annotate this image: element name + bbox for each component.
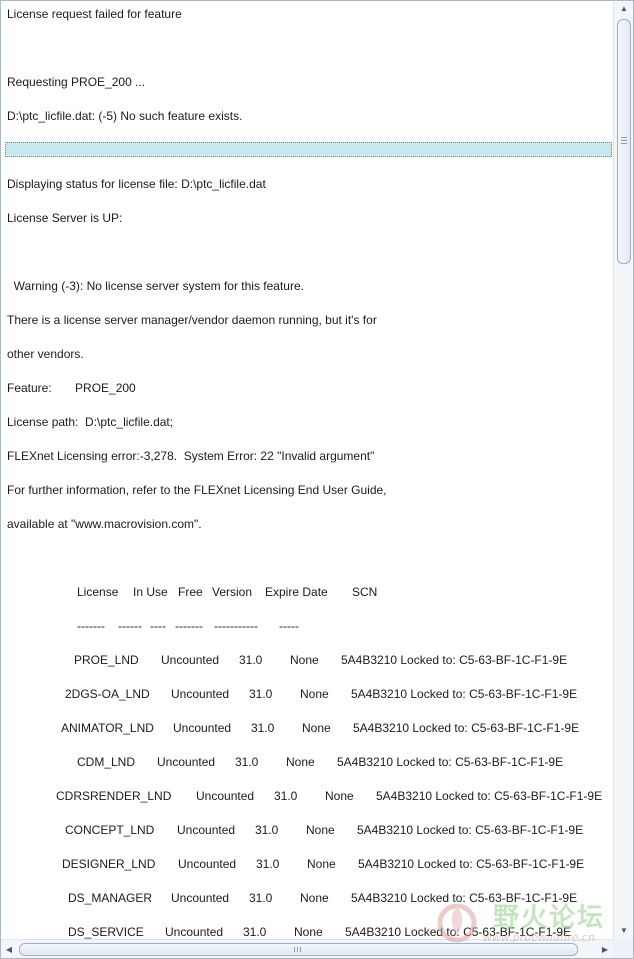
cell-license: DS_MANAGER: [68, 891, 153, 905]
cell-expire: None: [307, 857, 336, 871]
cell-scn: 5A4B3210 Locked to: C5-63-BF-1C-F1-9E: [376, 789, 603, 803]
column-header-in-use: In Use: [133, 585, 168, 599]
column-header-expire-date: Expire Date: [265, 585, 328, 599]
cell-license: CDRSRENDER_LND: [56, 789, 172, 803]
log-line: There is a license server manager/vendor…: [7, 313, 377, 327]
cell-in-use: Uncounted: [178, 857, 237, 871]
scroll-down-arrow-icon[interactable]: ▼: [614, 923, 633, 939]
log-text-area[interactable]: License request failed for feature Reque…: [1, 1, 612, 939]
scroll-up-arrow-icon[interactable]: ▲: [614, 1, 633, 17]
license-log-window: License request failed for feature Reque…: [0, 0, 634, 959]
column-separator: -----------: [214, 619, 258, 633]
scroll-right-arrow-icon[interactable]: ▶: [597, 940, 613, 958]
scrollbar-corner: [613, 939, 633, 958]
cell-in-use: Uncounted: [173, 721, 232, 735]
grip-line: [621, 137, 627, 138]
column-header-version: Version: [212, 585, 253, 599]
vertical-scrollbar[interactable]: ▲ ▼: [613, 1, 633, 939]
grip-line: [621, 140, 627, 141]
cell-license: DS_SERVICE: [68, 925, 144, 939]
cell-license: CONCEPT_LND: [65, 823, 155, 837]
cell-version: 31.0: [239, 653, 263, 667]
cell-scn: 5A4B3210 Locked to: C5-63-BF-1C-F1-9E: [358, 857, 585, 871]
log-line: License request failed for feature: [7, 7, 182, 21]
grip-line: [621, 143, 627, 144]
log-line: Feature: PROE_200: [7, 381, 136, 395]
cell-version: 31.0: [256, 857, 280, 871]
cell-expire: None: [294, 925, 323, 939]
cell-license: DESIGNER_LND: [62, 857, 156, 871]
column-separator: -------: [77, 619, 105, 633]
cell-expire: None: [306, 823, 335, 837]
cell-expire: None: [325, 789, 354, 803]
column-header-license: License: [77, 585, 119, 599]
horizontal-scroll-thumb[interactable]: [19, 943, 578, 956]
cell-expire: None: [286, 755, 315, 769]
cell-scn: 5A4B3210 Locked to: C5-63-BF-1C-F1-9E: [345, 925, 572, 939]
cell-in-use: Uncounted: [196, 789, 255, 803]
column-separator: -------: [175, 619, 203, 633]
cell-in-use: Uncounted: [157, 755, 216, 769]
cell-expire: None: [290, 653, 319, 667]
column-separator: ------: [118, 619, 142, 633]
log-line: FLEXnet Licensing error:-3,278. System E…: [7, 449, 375, 463]
cell-license: ANIMATOR_LND: [61, 721, 154, 735]
column-separator: -----: [279, 619, 299, 633]
vertical-scroll-thumb[interactable]: [617, 19, 631, 264]
scroll-left-arrow-icon[interactable]: ◀: [1, 940, 17, 958]
cell-scn: 5A4B3210 Locked to: C5-63-BF-1C-F1-9E: [341, 653, 568, 667]
horizontal-scrollbar[interactable]: ◀ ▶: [1, 939, 613, 958]
column-header-free: Free: [178, 585, 203, 599]
grip-line: [297, 947, 298, 952]
log-line: D:\ptc_licfile.dat: (-5) No such feature…: [7, 109, 243, 123]
cell-version: 31.0: [249, 891, 273, 905]
cell-version: 31.0: [235, 755, 259, 769]
cell-license: PROE_LND: [74, 653, 139, 667]
cell-scn: 5A4B3210 Locked to: C5-63-BF-1C-F1-9E: [351, 687, 578, 701]
log-line: Displaying status for license file: D:\p…: [7, 177, 266, 191]
cell-scn: 5A4B3210 Locked to: C5-63-BF-1C-F1-9E: [337, 755, 564, 769]
grip-line: [300, 947, 301, 952]
cell-expire: None: [300, 687, 329, 701]
cell-in-use: Uncounted: [171, 891, 230, 905]
column-separator: ----: [150, 619, 166, 633]
column-header-scn: SCN: [352, 585, 378, 599]
cell-in-use: Uncounted: [177, 823, 236, 837]
log-line: License Server is UP:: [7, 211, 123, 225]
cell-in-use: Uncounted: [165, 925, 224, 939]
log-line: For further information, refer to the FL…: [7, 483, 387, 497]
cell-version: 31.0: [249, 687, 273, 701]
cell-in-use: Uncounted: [171, 687, 230, 701]
selected-empty-line[interactable]: [5, 142, 612, 157]
cell-version: 31.0: [274, 789, 298, 803]
cell-expire: None: [302, 721, 331, 735]
log-line: Requesting PROE_200 ...: [7, 75, 146, 89]
cell-scn: 5A4B3210 Locked to: C5-63-BF-1C-F1-9E: [353, 721, 580, 735]
cell-expire: None: [300, 891, 329, 905]
cell-scn: 5A4B3210 Locked to: C5-63-BF-1C-F1-9E: [351, 891, 578, 905]
cell-scn: 5A4B3210 Locked to: C5-63-BF-1C-F1-9E: [357, 823, 584, 837]
log-line: Warning (-3): No license server system f…: [7, 279, 304, 293]
cell-version: 31.0: [243, 925, 267, 939]
log-line: available at "www.macrovision.com".: [7, 517, 202, 531]
grip-line: [294, 947, 295, 952]
cell-license: 2DGS-OA_LND: [65, 687, 150, 701]
log-line: License path: D:\ptc_licfile.dat;: [7, 415, 174, 429]
cell-version: 31.0: [251, 721, 275, 735]
cell-license: CDM_LND: [77, 755, 136, 769]
cell-version: 31.0: [255, 823, 279, 837]
log-line: other vendors.: [7, 347, 84, 361]
cell-in-use: Uncounted: [161, 653, 220, 667]
